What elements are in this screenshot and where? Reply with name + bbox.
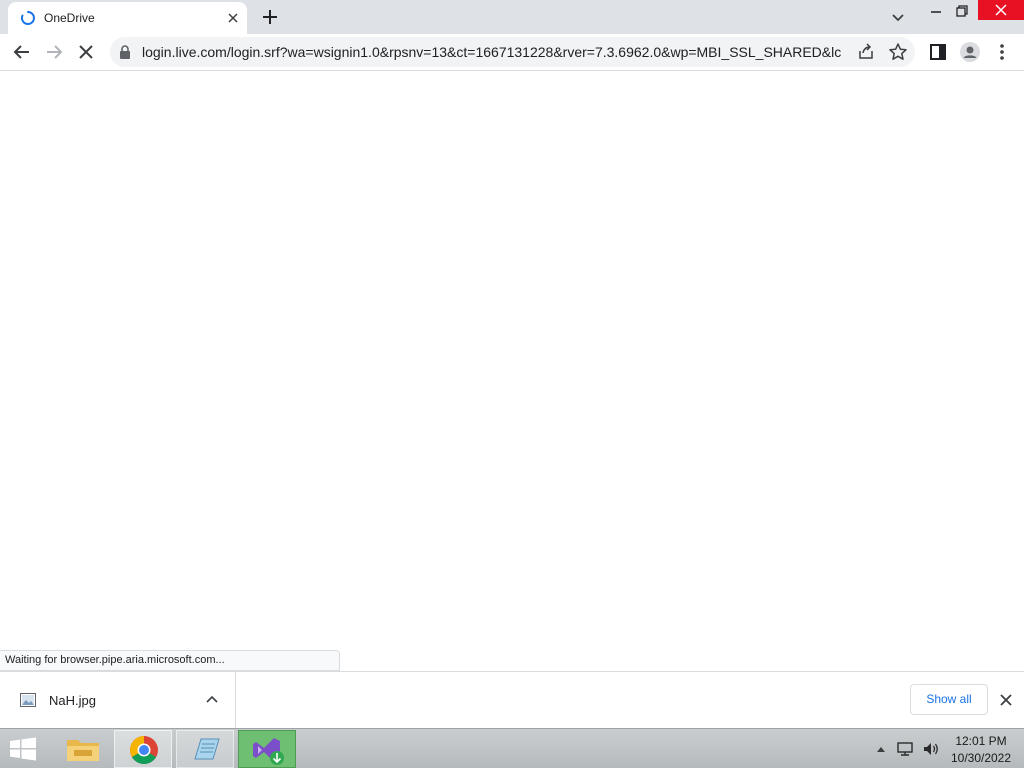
taskbar-file-explorer[interactable] <box>54 730 112 768</box>
share-icon[interactable] <box>856 42 876 62</box>
taskbar-visual-studio-installer[interactable] <box>238 730 296 768</box>
browser-toolbar: login.live.com/login.srf?wa=wsignin1.0&r… <box>0 34 1024 71</box>
show-hidden-icons-icon[interactable] <box>876 745 886 753</box>
profile-avatar-icon[interactable] <box>958 40 982 64</box>
kebab-menu-icon[interactable] <box>990 40 1014 64</box>
back-arrow-icon[interactable] <box>10 40 34 64</box>
lock-icon[interactable] <box>118 44 132 60</box>
status-bubble: Waiting for browser.pipe.aria.microsoft.… <box>0 650 340 671</box>
desktop-screen: OneDrive login.live.com/login.srf?wa=wsi… <box>0 0 1024 768</box>
stop-loading-icon[interactable] <box>74 40 98 64</box>
minimize-icon[interactable] <box>924 0 948 24</box>
loading-spinner-icon <box>20 11 35 25</box>
side-panel-icon[interactable] <box>926 40 950 64</box>
notepad-icon <box>194 738 220 760</box>
taskbar-chrome[interactable] <box>114 730 172 768</box>
show-all-button[interactable]: Show all <box>910 684 988 715</box>
chrome-icon <box>130 736 158 764</box>
url-text[interactable]: login.live.com/login.srf?wa=wsignin1.0&r… <box>142 44 842 60</box>
bookmark-star-icon[interactable] <box>888 42 908 62</box>
tab-search-chevron-icon[interactable] <box>888 7 908 27</box>
download-filename: NaH.jpg <box>49 693 96 708</box>
page-content <box>0 71 1024 671</box>
download-shelf: NaH.jpg Show all <box>0 671 1024 728</box>
tab-onedrive[interactable]: OneDrive <box>8 2 247 34</box>
tab-title: OneDrive <box>44 11 95 25</box>
window-close-button[interactable] <box>978 0 1024 20</box>
image-file-icon <box>20 693 36 707</box>
tab-strip: OneDrive <box>0 0 1024 34</box>
tab-close-icon[interactable] <box>224 9 242 27</box>
network-icon[interactable] <box>896 741 914 757</box>
volume-icon[interactable] <box>922 741 940 757</box>
close-icon <box>995 4 1007 16</box>
windows-taskbar: 12:01 PM 10/30/2022 <box>0 728 1024 768</box>
new-tab-icon[interactable] <box>259 6 281 28</box>
folder-icon <box>67 740 99 761</box>
forward-arrow-icon[interactable] <box>42 40 66 64</box>
clock-time[interactable]: 12:01 PM <box>946 734 1016 748</box>
clock-date[interactable]: 10/30/2022 <box>946 751 1016 765</box>
restore-icon[interactable] <box>950 0 974 24</box>
chevron-up-icon[interactable] <box>204 692 220 708</box>
close-shelf-icon[interactable] <box>998 692 1014 708</box>
windows-start-icon[interactable] <box>8 737 38 761</box>
address-bar[interactable]: login.live.com/login.srf?wa=wsignin1.0&r… <box>110 37 915 67</box>
download-item[interactable]: NaH.jpg <box>0 672 236 728</box>
taskbar-notepad[interactable] <box>176 730 234 768</box>
visual-studio-installer-icon <box>253 738 284 765</box>
